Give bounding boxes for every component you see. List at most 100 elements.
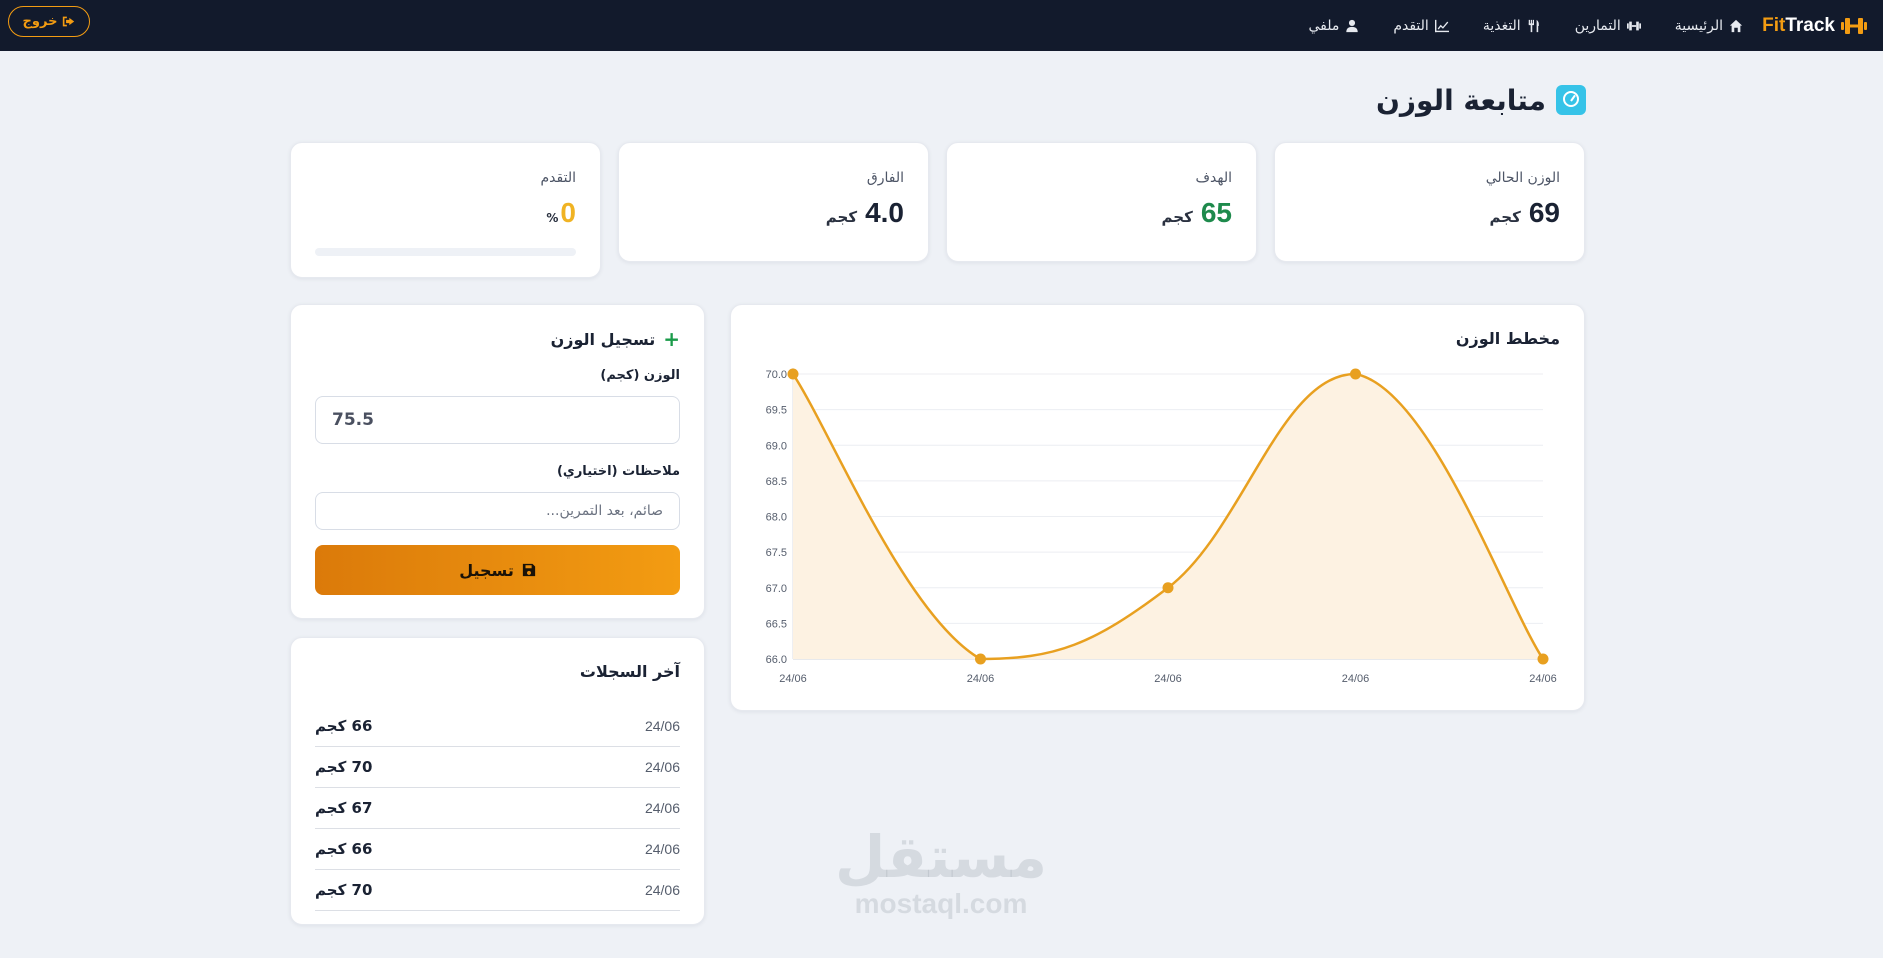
stat-value: 4.0 كجم [826, 197, 904, 229]
chart-y-tick-label: 69.5 [766, 405, 787, 417]
watermark-latin: mostaql.com [854, 888, 1028, 919]
chart-y-tick-label: 68.5 [766, 476, 787, 488]
record-date: 24/06 [644, 718, 680, 734]
chart-x-tick-label: 24/06 [1154, 673, 1182, 685]
notes-input-placeholder: صائم، بعد التمرين... [546, 503, 663, 519]
recent-records-card: آخر السجلات 24/06 66 كجم 24/06 70 كجم 24… [290, 637, 705, 925]
chart-data-point [975, 653, 986, 665]
difference-value: 4.0 [865, 197, 904, 228]
records-list: 24/06 66 كجم 24/06 70 كجم 24/06 67 كجم 2… [315, 706, 680, 911]
chart-y-tick-label: 68.0 [766, 512, 787, 524]
stat-card-difference: الفارق 4.0 كجم [618, 142, 929, 262]
stat-label: الوزن الحالي [1485, 170, 1560, 186]
chart-x-tick-label: 24/06 [779, 673, 807, 685]
progress-bar [315, 248, 576, 256]
stat-value: 69 كجم [1490, 197, 1560, 229]
submit-button-label: تسجيل [459, 560, 514, 580]
chart-data-point [1537, 653, 1549, 665]
page-title: متابعة الوزن [1375, 83, 1546, 117]
sign-out-icon [63, 16, 75, 27]
brand-track: Track [1785, 15, 1835, 36]
form-title-text: تسجيل الوزن [550, 329, 656, 349]
nav-item-profile-label: ملفي [1308, 17, 1340, 34]
chart-data-point [1162, 582, 1174, 594]
current-weight-value: 69 [1528, 197, 1560, 228]
watermark-arabic: مستقل [834, 823, 1048, 891]
list-item: 24/06 70 كجم [315, 870, 680, 911]
stat-label: الهدف [1195, 170, 1232, 186]
chart-x-tick-label: 24/06 [1342, 673, 1370, 685]
weight-field-label: الوزن (كجم) [600, 368, 680, 383]
weight-chart: 70.0 69.5 69.0 68.5 68.0 67.5 67.0 66.5 66.0 24/0… [766, 368, 1557, 685]
dumbbell-icon [1841, 18, 1867, 34]
save-icon [522, 563, 535, 577]
nav-item-home-label: الرئيسية [1674, 17, 1723, 34]
chart-y-tick-label: 66.5 [766, 618, 787, 630]
form-title: + تسجيل الوزن [551, 327, 680, 351]
record-date: 24/06 [644, 759, 680, 775]
notes-field-label: ملاحظات (اختياري) [556, 464, 680, 479]
stat-label: التقدم [540, 170, 576, 186]
nav-item-nutrition[interactable]: التغذية [1483, 18, 1541, 34]
logout-button[interactable]: خروج [8, 6, 90, 37]
stat-value: 0 % [546, 197, 576, 229]
stat-unit: كجم [1161, 208, 1193, 226]
stat-card-current-weight: الوزن الحالي 69 كجم [1274, 142, 1585, 262]
records-title: آخر السجلات [579, 662, 680, 681]
chart-y-tick-label: 67.5 [766, 547, 787, 559]
chart-line-icon [1434, 19, 1449, 32]
log-weight-card: + تسجيل الوزن الوزن (كجم) 75.5 ملاحظات (… [290, 304, 705, 619]
stat-value: 65 كجم [1162, 197, 1232, 229]
watermark: مستقل mostaql.com [826, 826, 1056, 920]
chart-y-tick-label: 70.0 [766, 369, 787, 381]
record-weight: 66 كجم [315, 840, 373, 858]
stat-unit: كجم [1489, 208, 1521, 226]
chart-y-tick-label: 69.0 [766, 440, 787, 452]
stat-card-goal: الهدف 65 كجم [946, 142, 1257, 262]
utensils-icon [1528, 19, 1539, 32]
list-item: 24/06 67 كجم [315, 788, 680, 829]
chart-y-tick-label: 66.0 [766, 654, 787, 666]
stat-unit: % [546, 211, 559, 225]
weight-input-value: 75.5 [332, 410, 374, 430]
list-item: 24/06 66 كجم [315, 829, 680, 870]
nav-item-home[interactable]: الرئيسية [1675, 18, 1743, 34]
chart-y-tick-label: 67.0 [766, 583, 787, 595]
record-weight: 67 كجم [315, 799, 373, 817]
page-header: متابعة الوزن [1376, 80, 1586, 120]
chart-x-tick-label: 24/06 [1529, 673, 1557, 685]
dumbbell-icon [1626, 21, 1641, 30]
chart-data-point [1350, 368, 1361, 380]
record-weight: 70 كجم [315, 881, 373, 899]
nav-item-workouts-label: التمارين [1574, 17, 1621, 34]
nav-item-workouts[interactable]: التمارين [1575, 18, 1641, 34]
nav-item-nutrition-label: التغذية [1482, 17, 1521, 34]
stat-card-progress: التقدم 0 % [290, 142, 601, 278]
record-weight: 70 كجم [315, 758, 373, 776]
nav-links: الرئيسية التمارين التغذية التقدم ملفي [1308, 0, 1743, 51]
record-date: 24/06 [644, 882, 680, 898]
brand-fit: Fit [1762, 15, 1786, 36]
record-date: 24/06 [644, 800, 680, 816]
logout-label: خروج [22, 14, 58, 29]
nav-item-profile[interactable]: ملفي [1308, 18, 1359, 34]
weight-scale-icon [1556, 85, 1586, 115]
list-item: 24/06 66 كجم [315, 706, 680, 747]
notes-input[interactable]: صائم، بعد التمرين... [315, 492, 680, 530]
nav-item-progress[interactable]: التقدم [1393, 18, 1449, 34]
weight-chart-card: مخطط الوزن 70.0 69.5 69.0 68.5 68.0 67.5 67.0 6… [730, 304, 1585, 711]
stat-label: الفارق [866, 170, 904, 186]
top-navbar: FitTrack الرئيسية التمارين التغذية التقد… [0, 0, 1883, 51]
record-date: 24/06 [644, 841, 680, 857]
chart-data-point [787, 368, 799, 380]
user-icon [1346, 19, 1359, 32]
record-weight: 66 كجم [315, 717, 373, 735]
progress-value: 0 [560, 197, 576, 228]
chart-x-tick-label: 24/06 [967, 673, 995, 685]
submit-button[interactable]: تسجيل [315, 545, 680, 595]
weight-input[interactable]: 75.5 [315, 396, 680, 444]
brand-logo[interactable]: FitTrack [1762, 10, 1867, 42]
goal-weight-value: 65 [1200, 197, 1232, 228]
stat-unit: كجم [825, 208, 858, 226]
list-item: 24/06 70 كجم [315, 747, 680, 788]
